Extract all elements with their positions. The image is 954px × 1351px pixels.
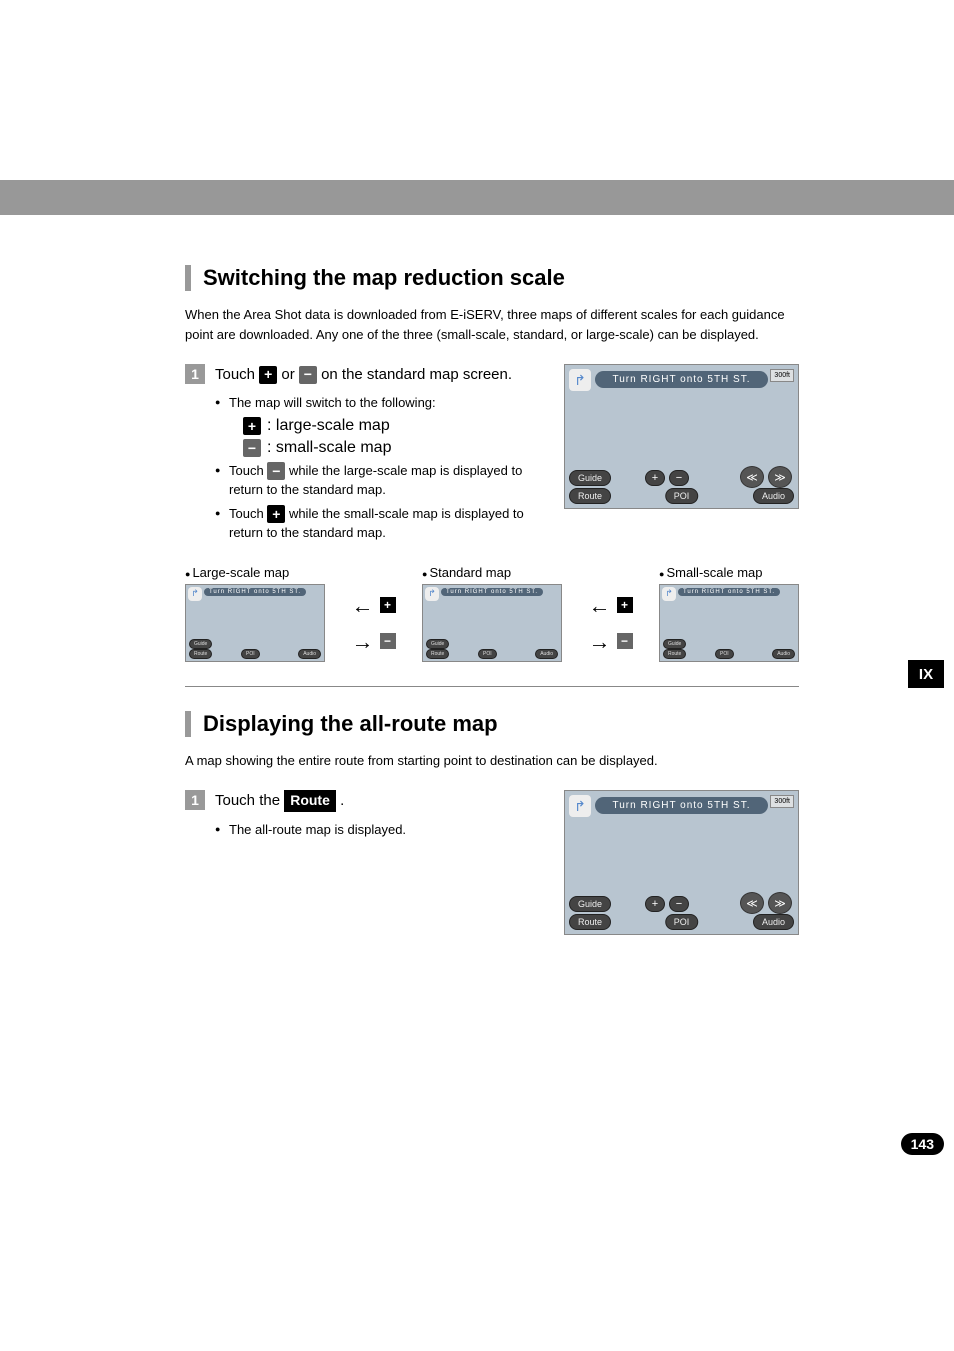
minus-icon: − [380,633,396,649]
poi-button[interactable]: POI [665,914,699,930]
scale-indicator: 300ft [770,369,794,382]
step-text: or [281,366,299,383]
section-divider [185,686,799,687]
next-arrow-button[interactable]: ≫ [768,892,792,914]
page-number: 143 [901,1133,944,1155]
plus-icon: + [380,597,396,613]
minus-icon: − [267,462,285,480]
route-button[interactable]: Route [189,649,212,659]
minus-icon: − [617,633,633,649]
audio-button[interactable]: Audio [772,649,795,659]
turn-arrow-icon: ↱ [662,587,676,601]
section-intro: When the Area Shot data is downloaded fr… [185,305,799,344]
arrow-left-icon: ← [589,600,611,611]
map-thumbnail-standard: ↱ Turn RIGHT onto 5TH ST. Guide Route PO… [422,584,562,662]
turn-arrow-icon: ↱ [425,587,439,601]
zoom-out-button[interactable]: − [669,896,689,912]
sub-text: : small-scale map [267,439,391,457]
minus-icon: − [243,439,261,457]
plus-icon: + [259,366,277,384]
audio-button[interactable]: Audio [753,488,794,504]
turn-arrow-icon: ↱ [569,369,591,391]
guide-button[interactable]: Guide [569,470,611,486]
prev-arrow-button[interactable]: ≪ [740,892,764,914]
map-screenshot-allroute: ↱ Turn RIGHT onto 5TH ST. 300ft Guide Ro… [564,790,799,935]
step-number: 1 [185,364,205,384]
sub-text: : large-scale map [267,417,390,435]
guide-button[interactable]: Guide [663,639,686,649]
map-label-large: Large-scale map [185,565,289,580]
step-instruction: Touch the Route . [215,790,546,812]
poi-button[interactable]: POI [665,488,699,504]
nav-direction-text: Turn RIGHT onto 5TH ST. [595,371,768,388]
poi-button[interactable]: POI [478,649,497,659]
nav-direction-text: Turn RIGHT onto 5TH ST. [204,588,306,596]
route-button[interactable]: Route [426,649,449,659]
map-thumbnail-small: ↱ Turn RIGHT onto 5TH ST. Guide Route PO… [659,584,799,662]
audio-button[interactable]: Audio [753,914,794,930]
map-label-standard: Standard map [422,565,511,580]
zoom-in-button[interactable]: + [645,470,665,486]
step-text: on the standard map screen. [321,366,512,383]
turn-arrow-icon: ↱ [188,587,202,601]
zoom-in-button[interactable]: + [645,896,665,912]
plus-icon: + [267,505,285,523]
route-button[interactable]: Route [569,914,611,930]
route-label-inline: Route [284,790,336,812]
section-heading-allroute: Displaying the all-route map [185,711,799,737]
chapter-tab: IX [908,660,944,688]
map-screenshot-standard: ↱ Turn RIGHT onto 5TH ST. 300ft Guide Ro… [564,364,799,509]
prev-arrow-button[interactable]: ≪ [740,466,764,488]
section-heading-switching: Switching the map reduction scale [185,265,799,291]
zoom-out-button[interactable]: − [669,470,689,486]
plus-icon: + [243,417,261,435]
step-instruction: Touch + or − on the standard map screen. [215,364,546,385]
step-text: Touch the [215,792,284,809]
nav-direction-text: Turn RIGHT onto 5TH ST. [595,797,768,814]
arrow-left-icon: ← [352,600,374,611]
step-text: . [340,792,344,809]
nav-direction-text: Turn RIGHT onto 5TH ST. [441,588,543,596]
audio-button[interactable]: Audio [298,649,321,659]
arrow-right-icon: → [352,636,374,647]
bullet-item: The all-route map is displayed. [215,820,546,840]
section-intro: A map showing the entire route from star… [185,751,799,771]
plus-icon: + [617,597,633,613]
bullet-item: The map will switch to the following: [215,393,546,413]
minus-icon: − [299,366,317,384]
guide-button[interactable]: Guide [569,896,611,912]
bullet-item: Touch − while the large-scale map is dis… [215,461,546,500]
map-thumbnail-large: ↱ Turn RIGHT onto 5TH ST. Guide Route PO… [185,584,325,662]
map-label-small: Small-scale map [659,565,763,580]
step-number: 1 [185,790,205,810]
header-bar [0,180,954,215]
route-button[interactable]: Route [569,488,611,504]
route-button[interactable]: Route [663,649,686,659]
next-arrow-button[interactable]: ≫ [768,466,792,488]
nav-direction-text: Turn RIGHT onto 5TH ST. [678,588,780,596]
turn-arrow-icon: ↱ [569,795,591,817]
arrow-right-icon: → [589,636,611,647]
step-text: Touch [215,366,259,383]
scale-indicator: 300ft [770,795,794,808]
guide-button[interactable]: Guide [426,639,449,649]
poi-button[interactable]: POI [715,649,734,659]
guide-button[interactable]: Guide [189,639,212,649]
poi-button[interactable]: POI [241,649,260,659]
audio-button[interactable]: Audio [535,649,558,659]
bullet-item: Touch + while the small-scale map is dis… [215,504,546,543]
